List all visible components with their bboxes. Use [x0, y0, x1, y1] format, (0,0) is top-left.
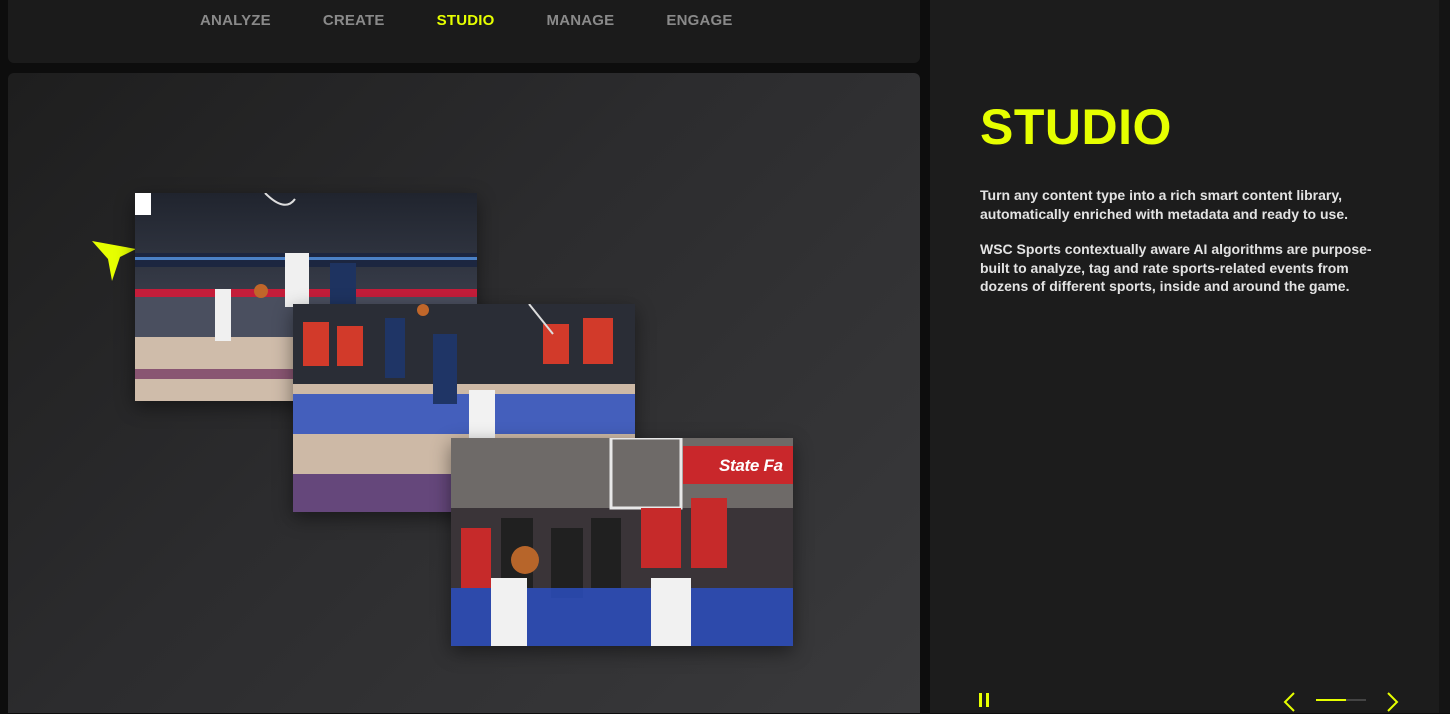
- tab-create[interactable]: CREATE: [323, 12, 385, 29]
- pause-button[interactable]: [978, 692, 994, 710]
- tab-analyze[interactable]: ANALYZE: [200, 12, 271, 29]
- tab-manage[interactable]: MANAGE: [547, 12, 615, 29]
- arrow-cursor-logo-icon: [92, 241, 136, 281]
- slide-progress-fill: [1316, 699, 1346, 701]
- scrollbar-track[interactable]: [1439, 0, 1450, 713]
- media-showcase-panel: State Fa: [8, 73, 920, 713]
- section-title: STUDIO: [980, 99, 1172, 155]
- basketball-highlight-card-3[interactable]: State Fa: [451, 438, 793, 646]
- top-nav-panel: ANALYZE CREATE STUDIO MANAGE ENGAGE: [8, 0, 920, 63]
- chevron-right-icon[interactable]: [1382, 690, 1402, 714]
- studio-info-panel: STUDIO Turn any content type into a rich…: [930, 0, 1439, 713]
- pause-icon: [979, 693, 982, 707]
- tab-studio[interactable]: STUDIO: [437, 12, 495, 29]
- description-paragraph-2: WSC Sports contextually aware AI algorit…: [980, 241, 1372, 294]
- chevron-left-icon[interactable]: [1280, 690, 1300, 714]
- description-paragraph-1: Turn any content type into a rich smart …: [980, 187, 1348, 222]
- slide-progress-bar: [1316, 699, 1366, 701]
- tab-engage[interactable]: ENGAGE: [666, 12, 732, 29]
- arena-sign-text: State Fa: [719, 456, 783, 475]
- nav-tabs: ANALYZE CREATE STUDIO MANAGE ENGAGE: [200, 12, 785, 29]
- pause-icon-bar: [986, 693, 989, 707]
